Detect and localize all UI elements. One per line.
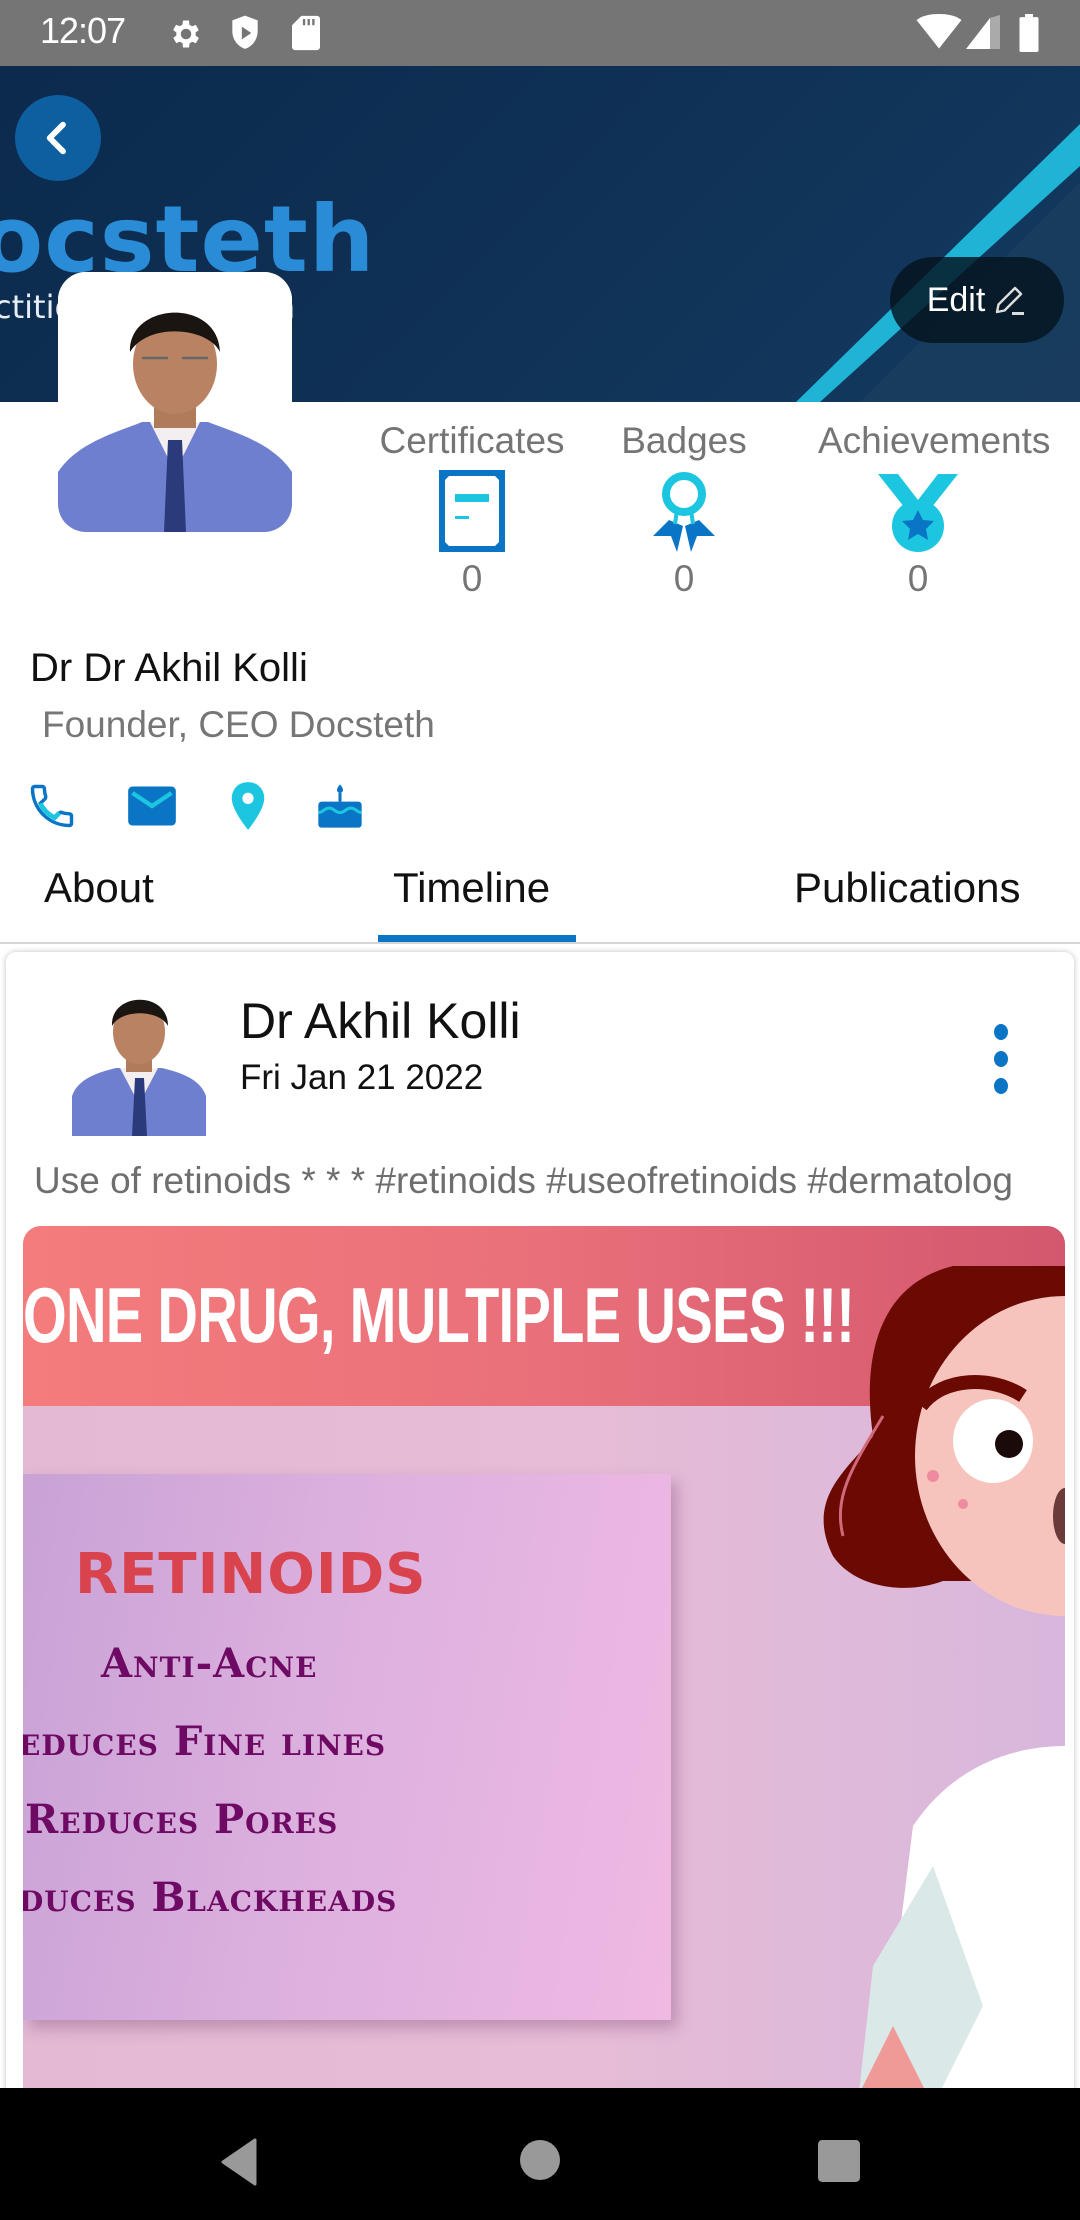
- tabs-divider: [0, 942, 1080, 944]
- status-bar: 12:07: [0, 0, 1080, 66]
- recents-square-icon[interactable]: [818, 2140, 860, 2182]
- profile-name: Dr Dr Akhil Kolli: [30, 646, 308, 690]
- stat-achievements[interactable]: Achievements 0: [818, 420, 1051, 600]
- chevron-left-icon: [46, 121, 66, 155]
- profile-avatar[interactable]: [58, 272, 292, 532]
- image-item: educes Fine lines: [23, 1718, 387, 1765]
- birthday-cake-icon[interactable]: [314, 780, 366, 832]
- location-icon[interactable]: [222, 780, 274, 832]
- edit-label: Edit: [926, 280, 986, 319]
- cell-signal-icon: [966, 15, 1000, 49]
- sd-card-icon: [292, 15, 320, 51]
- image-item: Anti-Acne: [101, 1640, 318, 1687]
- stat-badges[interactable]: Badges 0: [584, 420, 784, 600]
- profile-photo: [58, 272, 292, 532]
- tab-timeline[interactable]: Timeline: [393, 864, 550, 912]
- stat-label: Certificates: [379, 420, 565, 461]
- wifi-icon: [916, 14, 962, 49]
- ribbon-badge-icon: [653, 472, 715, 552]
- edit-profile-button[interactable]: Edit: [890, 257, 1064, 343]
- post-author-name[interactable]: Dr Akhil Kolli: [240, 992, 521, 1050]
- stat-count: 0: [907, 558, 929, 599]
- settings-icon: [173, 20, 199, 48]
- post-date: Fri Jan 21 2022: [240, 1058, 484, 1097]
- home-circle-icon[interactable]: [520, 2140, 560, 2180]
- pencil-icon: [996, 286, 1025, 315]
- phone-icon[interactable]: [26, 780, 78, 832]
- back-triangle-icon[interactable]: [218, 2138, 260, 2186]
- image-item: duces Blackheads: [23, 1874, 398, 1921]
- shield-play-icon: [232, 15, 258, 49]
- tab-publications[interactable]: Publications: [794, 864, 1020, 912]
- post-author-avatar[interactable]: [64, 986, 214, 1136]
- stat-label: Achievements: [818, 420, 1051, 461]
- image-heading: RETINOIDS: [75, 1542, 427, 1607]
- stat-count: 0: [673, 558, 695, 599]
- more-vertical-icon[interactable]: [986, 1024, 1016, 1094]
- battery-icon: [1019, 14, 1039, 52]
- email-icon[interactable]: [126, 780, 178, 832]
- stat-count: 0: [461, 558, 483, 599]
- status-time: 12:07: [40, 10, 126, 51]
- post-image[interactable]: ONE DRUG, MULTIPLE USES !!! RETINOIDS An…: [23, 1226, 1065, 2132]
- image-headline: ONE DRUG, MULTIPLE USES !!!: [23, 1271, 855, 1359]
- tab-about[interactable]: About: [44, 864, 154, 912]
- timeline-post-card: Dr Akhil Kolli Fri Jan 21 2022 Use of re…: [6, 952, 1074, 2132]
- stat-label: Badges: [621, 420, 747, 461]
- back-button[interactable]: [15, 95, 101, 181]
- post-text: Use of retinoids * * * #retinoids #useof…: [34, 1160, 1014, 1201]
- image-item: Reduces Pores: [25, 1796, 339, 1843]
- cartoon-girl-illustration: [823, 1266, 1065, 2132]
- stat-certificates[interactable]: Certificates 0: [372, 420, 572, 600]
- medal-icon: [878, 474, 958, 552]
- system-nav-bar: [0, 2088, 1080, 2220]
- certificate-icon: [439, 470, 505, 552]
- profile-title: Founder, CEO Docsteth: [42, 704, 435, 745]
